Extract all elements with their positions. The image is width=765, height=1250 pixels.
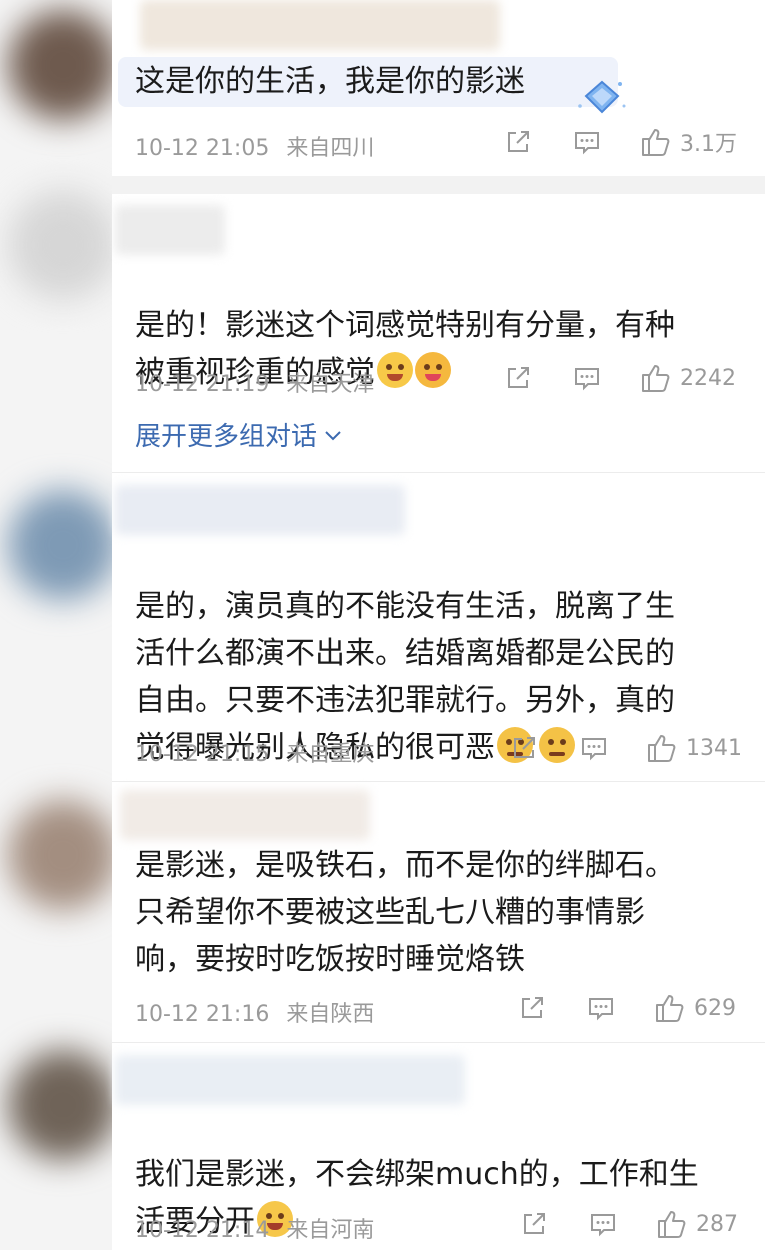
divider <box>112 1042 765 1043</box>
comment-meta: 10-12 21:14 来自河南 <box>135 1212 384 1244</box>
comment-icon <box>591 1214 615 1237</box>
username-blurred[interactable] <box>115 205 225 255</box>
like-button[interactable]: 2242 <box>640 362 736 394</box>
share-button[interactable] <box>520 1210 548 1238</box>
share-icon <box>522 997 543 1018</box>
avatar-column <box>0 0 112 1250</box>
expand-conversation-link[interactable]: 展开更多组对话 <box>135 416 343 453</box>
comment-location: 来自四川 <box>286 136 375 161</box>
comment-meta: 10-12 21:05 来自四川 <box>135 130 384 162</box>
share-button[interactable] <box>518 994 546 1022</box>
divider <box>112 781 765 782</box>
avatar[interactable] <box>8 10 112 120</box>
comment-date: 10-12 21:19 <box>135 372 270 397</box>
reply-button[interactable] <box>589 1210 617 1238</box>
like-count: 287 <box>696 1211 738 1237</box>
username-blurred[interactable] <box>120 790 370 840</box>
like-count: 629 <box>694 995 736 1021</box>
angry-emoji-icon <box>539 727 575 763</box>
share-button[interactable] <box>510 734 538 762</box>
like-count: 2242 <box>680 365 736 391</box>
section-separator <box>112 176 765 194</box>
like-button[interactable]: 3.1万 <box>640 126 737 158</box>
comment-icon <box>575 132 599 155</box>
comment-icon <box>589 998 613 1021</box>
avatar[interactable] <box>8 490 112 600</box>
love-emoji-icon <box>415 352 451 388</box>
thumbs-up-icon <box>642 129 670 156</box>
comment-icon <box>575 368 599 391</box>
avatar[interactable] <box>8 800 112 910</box>
share-icon <box>524 1213 545 1234</box>
share-icon <box>514 737 535 758</box>
comment-meta: 10-12 21:16 来自陕西 <box>135 996 384 1028</box>
comment-text: 是影迷，是吸铁石，而不是你的绊脚石。 只希望你不要被这些乱七八糟的事情影 响，要… <box>135 848 675 977</box>
like-button[interactable]: 1341 <box>646 732 742 764</box>
like-button[interactable]: 287 <box>656 1208 738 1240</box>
reply-button[interactable] <box>587 994 615 1022</box>
share-icon <box>508 131 529 152</box>
comment-location: 来自河南 <box>286 1218 375 1243</box>
username-blurred[interactable] <box>140 0 500 50</box>
chevron-down-icon <box>325 431 341 441</box>
comment-date: 10-12 21:14 <box>135 1218 270 1243</box>
comment-meta: 10-12 21:19 来自天津 <box>135 366 384 398</box>
comment-location: 来自天津 <box>286 372 375 397</box>
share-icon <box>508 367 529 388</box>
username-blurred[interactable] <box>115 1055 465 1105</box>
comment-text: 这是你的生活，我是你的影迷 <box>135 64 525 99</box>
comment-date: 10-12 21:15 <box>135 742 270 767</box>
thumbs-up-icon <box>642 365 670 392</box>
thumbs-up-icon <box>656 995 684 1022</box>
comment-date: 10-12 21:16 <box>135 1002 270 1027</box>
comment-meta: 10-12 21:15 来自重庆 <box>135 736 384 768</box>
comment-icon <box>582 738 606 761</box>
avatar[interactable] <box>8 1050 112 1160</box>
like-button[interactable]: 629 <box>654 992 736 1024</box>
thumbs-up-icon <box>658 1211 686 1238</box>
reply-button[interactable] <box>580 734 608 762</box>
comment-location: 来自重庆 <box>286 742 375 767</box>
like-count: 1341 <box>686 735 742 761</box>
comment-location: 来自陕西 <box>286 1002 375 1027</box>
username-blurred[interactable] <box>115 485 405 535</box>
expand-label: 展开更多组对话 <box>135 422 318 452</box>
diamond-badge-icon <box>578 80 626 114</box>
thumbs-up-icon <box>648 735 676 762</box>
comment-date: 10-12 21:05 <box>135 136 270 161</box>
reply-button[interactable] <box>573 128 601 156</box>
reply-button[interactable] <box>573 364 601 392</box>
avatar[interactable] <box>8 190 112 300</box>
like-count: 3.1万 <box>680 132 737 157</box>
divider <box>112 472 765 473</box>
share-button[interactable] <box>504 364 532 392</box>
share-button[interactable] <box>504 128 532 156</box>
